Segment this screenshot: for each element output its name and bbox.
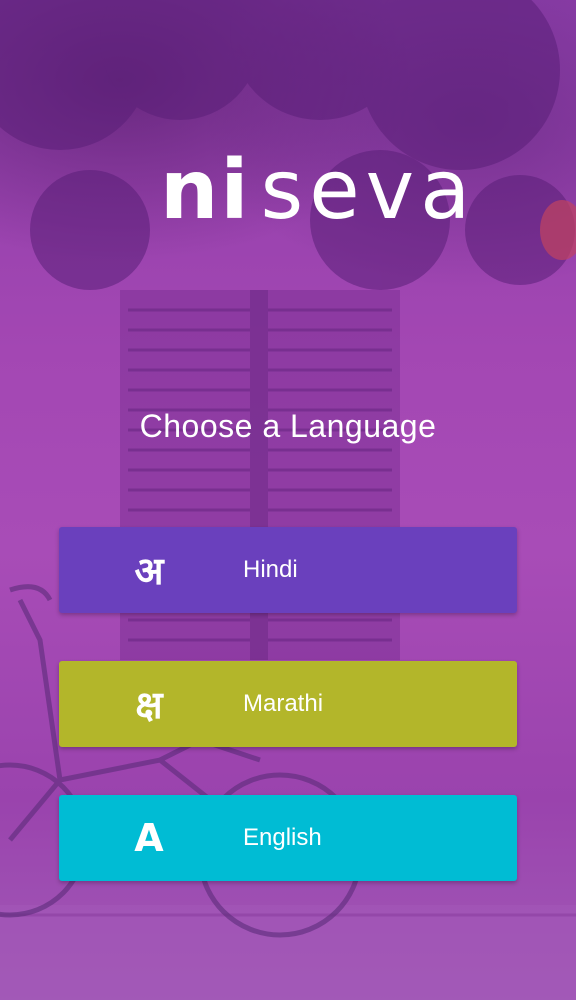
niseva-logo: ni seva [150,130,470,250]
english-label: English [243,824,322,851]
logo-text-seva: seva [260,143,477,238]
hindi-glyph-icon: अ [134,549,164,593]
logo-text-ni: ni [160,143,251,238]
marathi-glyph-icon: क्ष [135,683,163,727]
marathi-button[interactable]: क्ष Marathi [59,661,517,747]
hindi-label: Hindi [243,556,298,583]
hindi-button[interactable]: अ Hindi [59,527,517,613]
english-glyph-icon: A [134,816,164,860]
marathi-label: Marathi [243,690,324,717]
english-button[interactable]: A English [59,795,517,881]
page-title: Choose a Language [139,408,437,444]
